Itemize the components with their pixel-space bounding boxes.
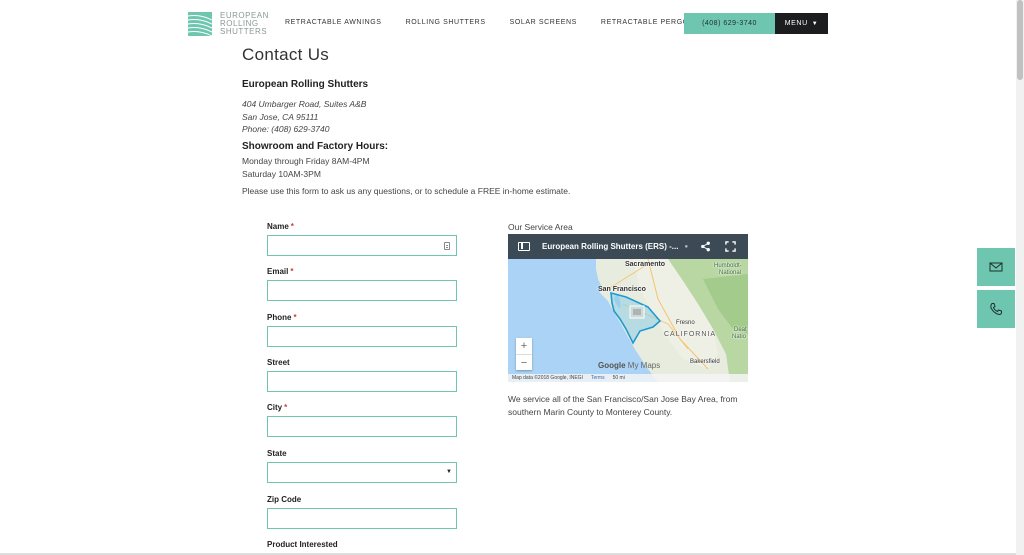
map-label-natio: Natio: [732, 334, 747, 340]
fullscreen-icon[interactable]: [725, 241, 736, 252]
service-area-map[interactable]: European Rolling Shutters (ERS) -... ● S…: [508, 234, 748, 382]
envelope-icon: [989, 262, 1003, 272]
zoom-out-button[interactable]: −: [516, 354, 532, 370]
email-label: Email *: [267, 267, 294, 276]
map-attribution-bar: Map data ©2018 Google, INEGI Terms 50 mi: [508, 374, 748, 382]
zip-input[interactable]: [268, 510, 456, 529]
logo-text: EUROPEAN ROLLING SHUTTERS: [220, 12, 269, 36]
city-input[interactable]: [268, 418, 456, 437]
hours-title: Showroom and Factory Hours:: [242, 141, 389, 152]
email-float-button[interactable]: [977, 248, 1015, 286]
required-mark: *: [293, 313, 297, 322]
more-icon[interactable]: ●: [684, 244, 688, 250]
map-terms-link[interactable]: Terms: [591, 375, 605, 381]
map-label-sacramento: Sacramento: [625, 261, 666, 268]
phone-field-group: Phone *: [267, 313, 457, 347]
logo-line: SHUTTERS: [220, 27, 268, 36]
map-label-san-francisco: San Francisco: [598, 286, 646, 293]
phone-icon: [990, 303, 1002, 316]
address-phone: Phone: (408) 629-3740: [242, 124, 330, 135]
product-label: Product Interested: [267, 540, 338, 549]
company-address: 404 Umbarger Road, Suites A&B San Jose, …: [242, 98, 366, 136]
map-label-national: National: [719, 270, 742, 276]
my-maps-wordmark: My Maps: [627, 361, 661, 370]
nav-solar-screens[interactable]: SOLAR SCREENS: [510, 19, 577, 26]
menu-label: MENU: [784, 20, 808, 27]
required-mark: *: [284, 403, 288, 412]
address-line: San Jose, CA 95111: [242, 111, 319, 122]
city-label: City *: [267, 403, 288, 412]
city-field-group: City *: [267, 403, 457, 437]
zip-field-group: Zip Code: [267, 495, 457, 529]
map-label-fresno: Fresno: [676, 320, 695, 326]
logo-mark-icon: [188, 12, 212, 36]
site-logo[interactable]: EUROPEAN ROLLING SHUTTERS: [188, 12, 269, 36]
menu-button[interactable]: MENU ▼: [775, 13, 828, 34]
autofill-contact-icon[interactable]: [444, 242, 450, 250]
hours-line: Saturday 10AM-3PM: [242, 168, 321, 179]
map-label-humboldt: Humboldt-: [714, 263, 742, 269]
street-field-group: Street: [267, 358, 457, 392]
caret-down-icon: ▼: [446, 469, 452, 475]
address-line: 404 Umbarger Road, Suites A&B: [242, 99, 367, 109]
name-label: Name *: [267, 222, 294, 231]
call-float-button[interactable]: [977, 290, 1015, 328]
intro-text: Please use this form to ask us any quest…: [242, 186, 571, 196]
email-input[interactable]: [268, 282, 456, 301]
phone-input[interactable]: [268, 328, 456, 347]
email-field-group: Email *: [267, 267, 457, 301]
map-label-bakersfield: Bakersfield: [690, 359, 720, 365]
map-legend-icon[interactable]: [518, 242, 530, 251]
name-input[interactable]: [268, 237, 456, 256]
zoom-in-button[interactable]: +: [516, 338, 532, 354]
hours-list: Monday through Friday 8AM-4PM Saturday 1…: [242, 155, 370, 180]
state-field-group: State ▼: [267, 449, 457, 483]
nav-retractable-awnings[interactable]: RETRACTABLE AWNINGS: [285, 19, 382, 26]
street-input[interactable]: [268, 373, 456, 392]
street-label: Street: [267, 358, 290, 367]
hours-line: Monday through Friday 8AM-4PM: [242, 156, 370, 166]
zip-label: Zip Code: [267, 495, 302, 504]
required-mark: *: [290, 267, 294, 276]
phone-label: Phone *: [267, 313, 297, 322]
service-area-description: We service all of the San Francisco/San …: [508, 394, 738, 417]
map-label-california: CALIFORNIA: [664, 331, 717, 338]
map-label-death-valley: Deat: [734, 327, 747, 333]
page-title: Contact Us: [242, 45, 330, 64]
map-attribution: Map data ©2018 Google, INEGI: [512, 375, 583, 381]
scrollbar-thumb[interactable]: [1017, 0, 1023, 80]
main-nav: RETRACTABLE AWNINGS ROLLING SHUTTERS SOL…: [285, 19, 734, 26]
map-title[interactable]: European Rolling Shutters (ERS) -...: [542, 242, 678, 251]
nav-rolling-shutters[interactable]: ROLLING SHUTTERS: [406, 19, 486, 26]
zoom-controls: + −: [516, 338, 532, 370]
page-scrollbar[interactable]: [1016, 0, 1024, 555]
state-label: State: [267, 449, 287, 458]
name-field-group: Name *: [267, 222, 457, 256]
required-mark: *: [290, 222, 294, 231]
caret-down-icon: ▼: [811, 20, 819, 27]
map-toolbar: European Rolling Shutters (ERS) -... ●: [508, 234, 748, 259]
state-select[interactable]: ▼: [267, 462, 457, 483]
site-header: EUROPEAN ROLLING SHUTTERS RETRACTABLE AW…: [0, 0, 1024, 44]
google-wordmark: Google: [598, 361, 626, 370]
map-scale: 50 mi: [612, 375, 625, 381]
share-icon[interactable]: [700, 241, 711, 252]
service-area-label: Our Service Area: [508, 222, 573, 232]
phone-button[interactable]: (408) 629-3740: [684, 13, 775, 34]
company-name: European Rolling Shutters: [242, 79, 369, 90]
google-logo: Google My Maps: [598, 361, 660, 370]
